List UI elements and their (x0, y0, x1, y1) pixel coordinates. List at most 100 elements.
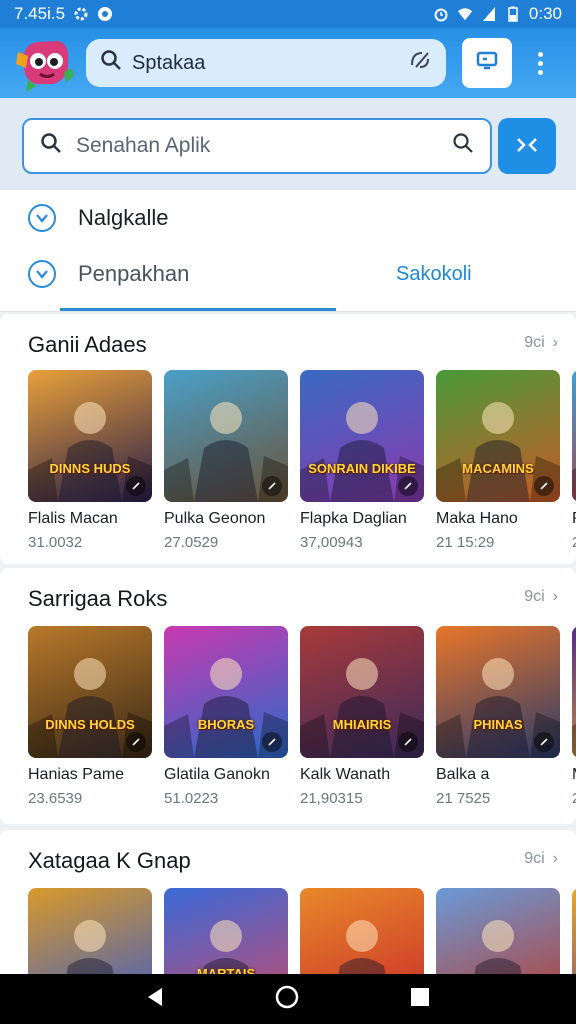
thumbnail-logo-text: PHINAS (473, 717, 523, 733)
app-card[interactable]: Mu 22 (572, 626, 576, 807)
app-search-field[interactable]: Senahan Aplik (22, 118, 492, 174)
app-card[interactable]: MACAMINS Maka Hano 21 15:29 (436, 370, 560, 551)
info-badge-icon[interactable] (126, 476, 146, 496)
card-row: DINNS HOLDS Hanias Pame 23.6539 BHORAS Glati… (28, 626, 576, 807)
game-thumbnail (572, 370, 576, 502)
app-stat: 21 15:29 (436, 534, 495, 551)
search-submit-icon[interactable] (452, 132, 474, 160)
app-logo[interactable] (14, 32, 76, 94)
chevron-right-icon: › (552, 850, 558, 867)
info-badge-icon[interactable] (534, 732, 554, 752)
section-title: Ganii Adaes (28, 332, 147, 357)
section-title: Xatagaa K Gnap (28, 848, 191, 873)
status-bar: 7.45i.5 0:30 (0, 0, 576, 28)
section-more-link[interactable]: 9ci › (524, 334, 558, 352)
info-badge-icon[interactable] (262, 476, 282, 496)
wifi-icon (457, 6, 473, 22)
app-search-placeholder: Senahan Aplik (76, 134, 211, 157)
game-thumbnail (572, 626, 576, 758)
app-stat: 51.0223 (164, 790, 219, 807)
game-thumbnail: DINNS HUDS (28, 370, 152, 502)
app-card[interactable]: Pulka Geonon 27.0529 (164, 370, 288, 551)
app-name: Kalk Wanath (300, 766, 391, 783)
app-stat: 31.0032 (28, 534, 83, 551)
app-stat: 37,00943 (300, 534, 363, 551)
thumbnail-logo-text: DINNS HUDS (49, 461, 131, 477)
record-icon (97, 6, 113, 22)
info-badge-icon[interactable] (126, 732, 146, 752)
gear-icon (73, 6, 89, 22)
filter-option-1[interactable]: Nalgkalle (28, 204, 169, 232)
app-name: Flapka Daglian (300, 510, 407, 527)
game-thumbnail: DINNS HOLDS (28, 626, 152, 758)
filter-option-1-label: Nalgkalle (78, 205, 169, 230)
game-thumbnail: SONRAIN DIKIBE (300, 370, 424, 502)
filter-tab-link[interactable]: Sakokoli (396, 263, 472, 286)
search-icon (40, 132, 62, 160)
app-name: Pulka Geonon (164, 510, 266, 527)
game-thumbnail: PHINAS (436, 626, 560, 758)
app-stat: 23 (572, 534, 576, 551)
app-name: Mu (572, 766, 576, 784)
app-bar: Sptakaa (0, 28, 576, 98)
thumbnail-logo-text: DINNS HOLDS (45, 717, 135, 733)
app-card[interactable]: PHINAS Balka a 21 7525 (436, 626, 560, 807)
app-stat: 23.6539 (28, 790, 83, 807)
app-card[interactable]: BHORAS Glatila Ganokn 51.0223 (164, 626, 288, 807)
thumbnail-logo-text: SONRAIN DIKIBE (308, 461, 416, 477)
voice-search-icon[interactable] (408, 49, 432, 77)
info-badge-icon[interactable] (534, 476, 554, 496)
info-badge-icon[interactable] (398, 476, 418, 496)
app-card[interactable]: Pu 23 (572, 370, 576, 551)
check-circle-icon (28, 204, 56, 232)
app-name: Flalis Macan (28, 510, 118, 527)
section-more-link[interactable]: 9ci › (524, 588, 558, 606)
app-name: Balka a (436, 766, 490, 783)
top-search-text: Sptakaa (132, 51, 206, 74)
top-search-bar[interactable]: Sptakaa (86, 39, 446, 87)
filter-option-2-label: Penpakhan (78, 261, 190, 286)
app-stat: 21,90315 (300, 790, 363, 807)
collapse-icon (515, 135, 539, 158)
filter-option-2[interactable]: Penpakhan (28, 260, 189, 288)
section-games: Ganii Adaes 9ci › DINNS HUDS Flalis Macan 3… (0, 314, 576, 564)
app-card[interactable]: DINNS HUDS Flalis Macan 31.0032 (28, 370, 152, 551)
status-time-left: 7.45i.5 (14, 4, 66, 23)
cast-button[interactable] (462, 38, 512, 88)
search-area: Senahan Aplik (0, 98, 576, 190)
info-badge-icon[interactable] (262, 732, 282, 752)
game-thumbnail: MHIAIRIS (300, 626, 424, 758)
chevron-right-icon: › (552, 588, 558, 605)
card-row: DINNS HUDS Flalis Macan 31.0032 Pulka Geono… (28, 370, 576, 551)
game-thumbnail: BHORAS (164, 626, 288, 758)
search-icon (100, 49, 122, 77)
more-label: 9ci (524, 334, 545, 351)
more-options-icon[interactable] (530, 51, 550, 75)
filter-button[interactable] (498, 118, 556, 174)
section-more-link[interactable]: 9ci › (524, 850, 558, 868)
app-name: Hanias Pame (28, 766, 125, 783)
app-stat: 22 (572, 790, 576, 807)
game-thumbnail: MACAMINS (436, 370, 560, 502)
home-icon[interactable] (274, 984, 300, 1015)
more-label: 9ci (524, 588, 545, 605)
back-icon[interactable] (145, 986, 165, 1013)
more-label: 9ci (524, 850, 545, 867)
app-stat: 27.0529 (164, 534, 219, 551)
game-thumbnail (164, 370, 288, 502)
app-card[interactable]: DINNS HOLDS Hanias Pame 23.6539 (28, 626, 152, 807)
thumbnail-logo-text: BHORAS (197, 717, 255, 733)
chevron-down-circle-icon (28, 260, 56, 288)
app-card[interactable]: MHIAIRIS Kalk Wanath 21,90315 (300, 626, 424, 807)
section-title: Sarrigaa Roks (28, 586, 168, 611)
status-time-right: 0:30 (528, 4, 562, 23)
thumbnail-logo-text: MHIAIRIS (332, 717, 392, 733)
app-card[interactable]: SONRAIN DIKIBE Flapka Daglian 37,00943 (300, 370, 424, 551)
active-tab-indicator (60, 308, 336, 311)
info-badge-icon[interactable] (398, 732, 418, 752)
system-nav-bar (0, 974, 576, 1024)
filter-panel: Nalgkalle Penpakhan Sakokoli (0, 190, 576, 312)
chevron-right-icon: › (552, 334, 558, 351)
section-gnap: Xatagaa K Gnap 9ci› MARTAIS BRAAEBRANDS (0, 830, 576, 1020)
recents-icon[interactable] (409, 986, 431, 1013)
